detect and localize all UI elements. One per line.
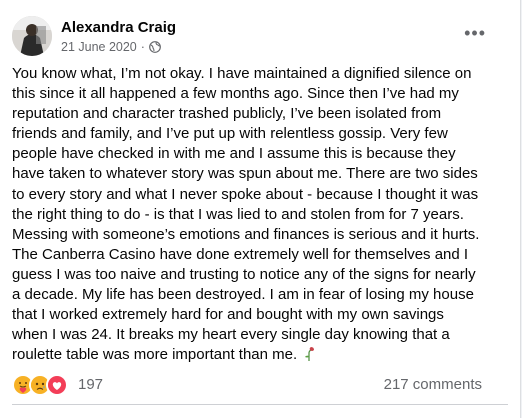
wilted-rose-icon — [303, 345, 315, 362]
love-icon — [46, 374, 68, 396]
reaction-count[interactable]: 197 — [78, 376, 103, 393]
post-meta: 21 June 2020 · — [61, 40, 161, 54]
globe-icon — [149, 41, 161, 53]
meta-separator: · — [140, 40, 145, 54]
post-date[interactable]: 21 June 2020 — [61, 40, 137, 54]
author-name[interactable]: Alexandra Craig — [61, 19, 176, 36]
post-text: You know what, I’m not okay. I have main… — [12, 64, 504, 365]
post-header: Alexandra Craig 21 June 2020 · ••• — [12, 12, 510, 58]
divider — [12, 404, 508, 405]
post-card: Alexandra Craig 21 June 2020 · ••• You k… — [0, 0, 521, 418]
reactions-summary[interactable] — [12, 374, 68, 396]
avatar[interactable] — [12, 16, 52, 56]
post-footer: 197 217 comments — [12, 372, 482, 398]
comments-count-link[interactable]: 217 comments — [384, 376, 482, 393]
more-options-button[interactable]: ••• — [464, 24, 486, 42]
post-text-content: You know what, I’m not okay. I have main… — [12, 65, 480, 364]
